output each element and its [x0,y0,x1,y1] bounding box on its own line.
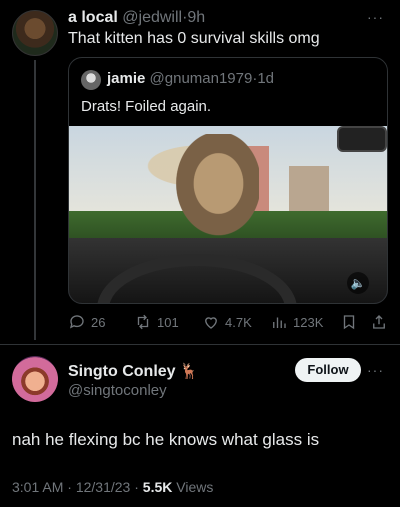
quote-text: Drats! Foiled again. [81,98,212,115]
bookmark-button[interactable] [340,313,358,331]
repost-count: 101 [157,314,179,330]
post1-handle[interactable]: @jedwill [122,9,182,26]
video-player[interactable]: 🔈 [69,126,387,303]
post2-date[interactable]: 12/31/23 [76,479,131,495]
post2-display-name[interactable]: Singto Conley [68,363,176,380]
thread-line [34,60,36,340]
post1-time[interactable]: 9h [187,9,205,26]
meta-separator: · [67,479,72,495]
post1-text: That kitten has 0 survival skills omg [68,30,320,47]
quote-time: 1d [257,70,275,87]
share-button[interactable] [370,313,388,331]
views-button[interactable]: 123K [270,313,323,331]
video-hawk [169,134,259,244]
share-icon [373,315,385,329]
post1-display-name[interactable]: a local [68,9,118,26]
video-building [289,166,329,216]
deer-emoji: 🦌 [179,363,199,380]
post2-views-label: Views [176,479,214,495]
post2-text: nah he flexing bc he knows what glass is [12,430,320,449]
avatar-jedwill[interactable] [12,10,58,56]
avatar-gnuman1979 [81,70,101,90]
follow-button[interactable]: Follow [295,358,361,382]
like-count: 4.7K [225,314,252,330]
divider [0,344,400,345]
reply-icon [69,315,84,329]
reply-button[interactable]: 26 [68,313,105,331]
quote-display-name: jamie [107,70,146,87]
video-mirror [337,126,387,152]
post1-header: a local @jedwill·9h [68,9,205,27]
action-bar: 26 101 4.7K 123K [68,313,388,333]
quote-header: jamie @gnuman1979·1d [107,70,274,87]
heart-icon [205,317,217,329]
more-icon[interactable]: ··· [367,9,384,25]
post2-handle[interactable]: @singtoconley [68,382,167,399]
meta-separator: · [134,479,139,495]
post2-time[interactable]: 3:01 AM [12,479,63,495]
post2-display-name-row: Singto Conley 🦌 [68,362,198,381]
more-icon[interactable]: ··· [367,362,384,378]
repost-button[interactable]: 101 [134,313,179,331]
bookmark-icon [343,315,355,330]
views-count: 123K [293,314,324,330]
analytics-icon [273,317,286,328]
repost-icon [137,314,149,330]
speaker-icon[interactable]: 🔈 [347,272,369,294]
quote-handle: @gnuman1979 [149,70,253,87]
post2-meta: 3:01 AM · 12/31/23 · 5.5K Views [12,479,213,495]
like-button[interactable]: 4.7K [202,313,252,331]
quoted-post[interactable]: jamie @gnuman1979·1d Drats! Foiled again… [68,57,388,304]
reply-count: 26 [91,314,106,330]
avatar-singtoconley[interactable] [12,356,58,402]
post2-views-count: 5.5K [142,479,173,495]
